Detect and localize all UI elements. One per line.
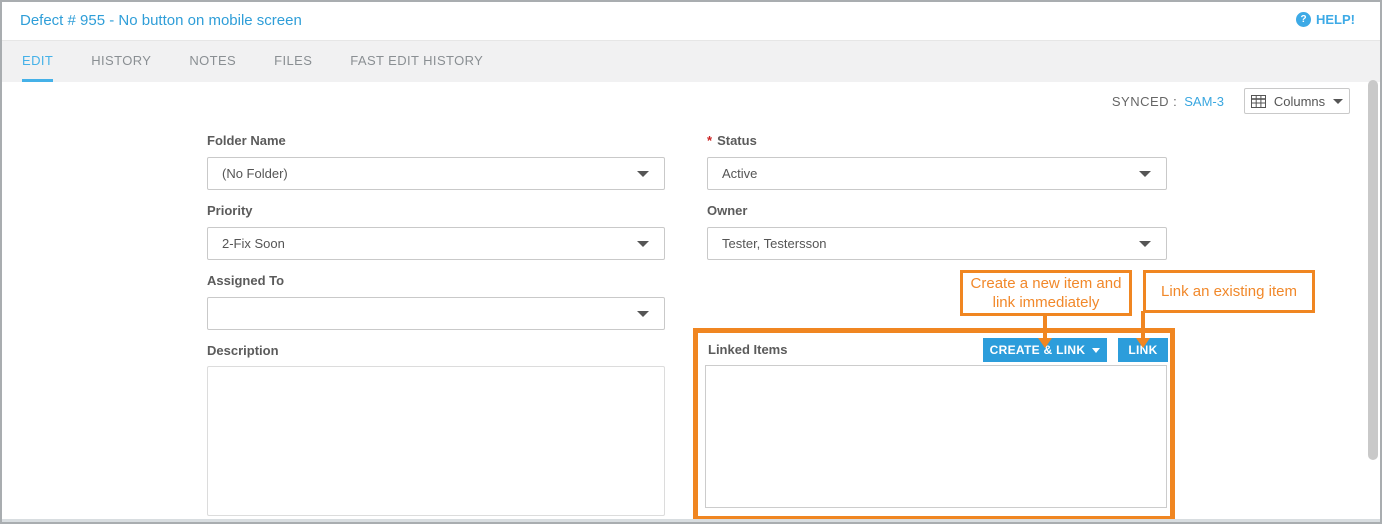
folder-name-select[interactable]: (No Folder) [207,157,665,190]
tab-notes[interactable]: NOTES [189,41,236,82]
chevron-down-icon [1333,99,1343,104]
synced-label: SYNCED : [1112,94,1177,109]
vertical-scrollbar-thumb[interactable] [1368,80,1378,460]
callout-arrow-stem [1141,311,1145,339]
chevron-down-icon [1092,348,1100,353]
folder-name-value: (No Folder) [222,166,288,181]
status-value: Active [722,166,757,181]
linked-items-label: Linked Items [708,342,787,357]
link-callout: Link an existing item [1143,270,1315,313]
callout-arrow-stem [1043,314,1047,339]
description-label: Description [207,343,279,358]
description-textarea[interactable] [207,366,665,516]
assigned-to-select[interactable] [207,297,665,330]
status-label: * Status [707,133,757,148]
callout-arrow-head-icon [1136,338,1150,348]
required-asterisk: * [707,133,712,148]
columns-button[interactable]: Columns [1244,88,1350,114]
chevron-down-icon [1139,171,1151,177]
help-icon: ? [1296,12,1311,27]
page-title: Defect # 955 - No button on mobile scree… [20,12,302,29]
chevron-down-icon [637,311,649,317]
defect-edit-window: Defect # 955 - No button on mobile scree… [0,0,1382,524]
help-label: HELP! [1316,12,1355,27]
owner-select[interactable]: Tester, Testersson [707,227,1167,260]
folder-name-label: Folder Name [207,133,286,148]
tab-history[interactable]: HISTORY [91,41,151,82]
tab-bar: EDIT HISTORY NOTES FILES FAST EDIT HISTO… [2,40,1380,82]
sync-row: SYNCED : SAM-3 Columns [1112,88,1350,114]
chevron-down-icon [637,171,649,177]
priority-label: Priority [207,203,253,218]
priority-value: 2-Fix Soon [222,236,285,251]
create-link-callout: Create a new item and link immediately [960,270,1132,316]
table-grid-icon [1251,95,1266,108]
tab-edit[interactable]: EDIT [22,41,53,82]
columns-button-label: Columns [1274,94,1325,109]
chevron-down-icon [1139,241,1151,247]
help-button[interactable]: ? HELP! [1296,12,1355,27]
linked-items-list [705,365,1167,508]
callout-arrow-head-icon [1038,338,1052,348]
status-select[interactable]: Active [707,157,1167,190]
synced-link[interactable]: SAM-3 [1184,94,1224,109]
title-bar: Defect # 955 - No button on mobile scree… [2,2,1380,40]
chevron-down-icon [637,241,649,247]
status-label-text: Status [717,133,757,148]
assigned-to-label: Assigned To [207,273,284,288]
tab-fast-edit-history[interactable]: FAST EDIT HISTORY [350,41,483,82]
owner-value: Tester, Testersson [722,236,827,251]
owner-label: Owner [707,203,747,218]
bottom-divider [2,519,1380,522]
tab-files[interactable]: FILES [274,41,312,82]
priority-select[interactable]: 2-Fix Soon [207,227,665,260]
